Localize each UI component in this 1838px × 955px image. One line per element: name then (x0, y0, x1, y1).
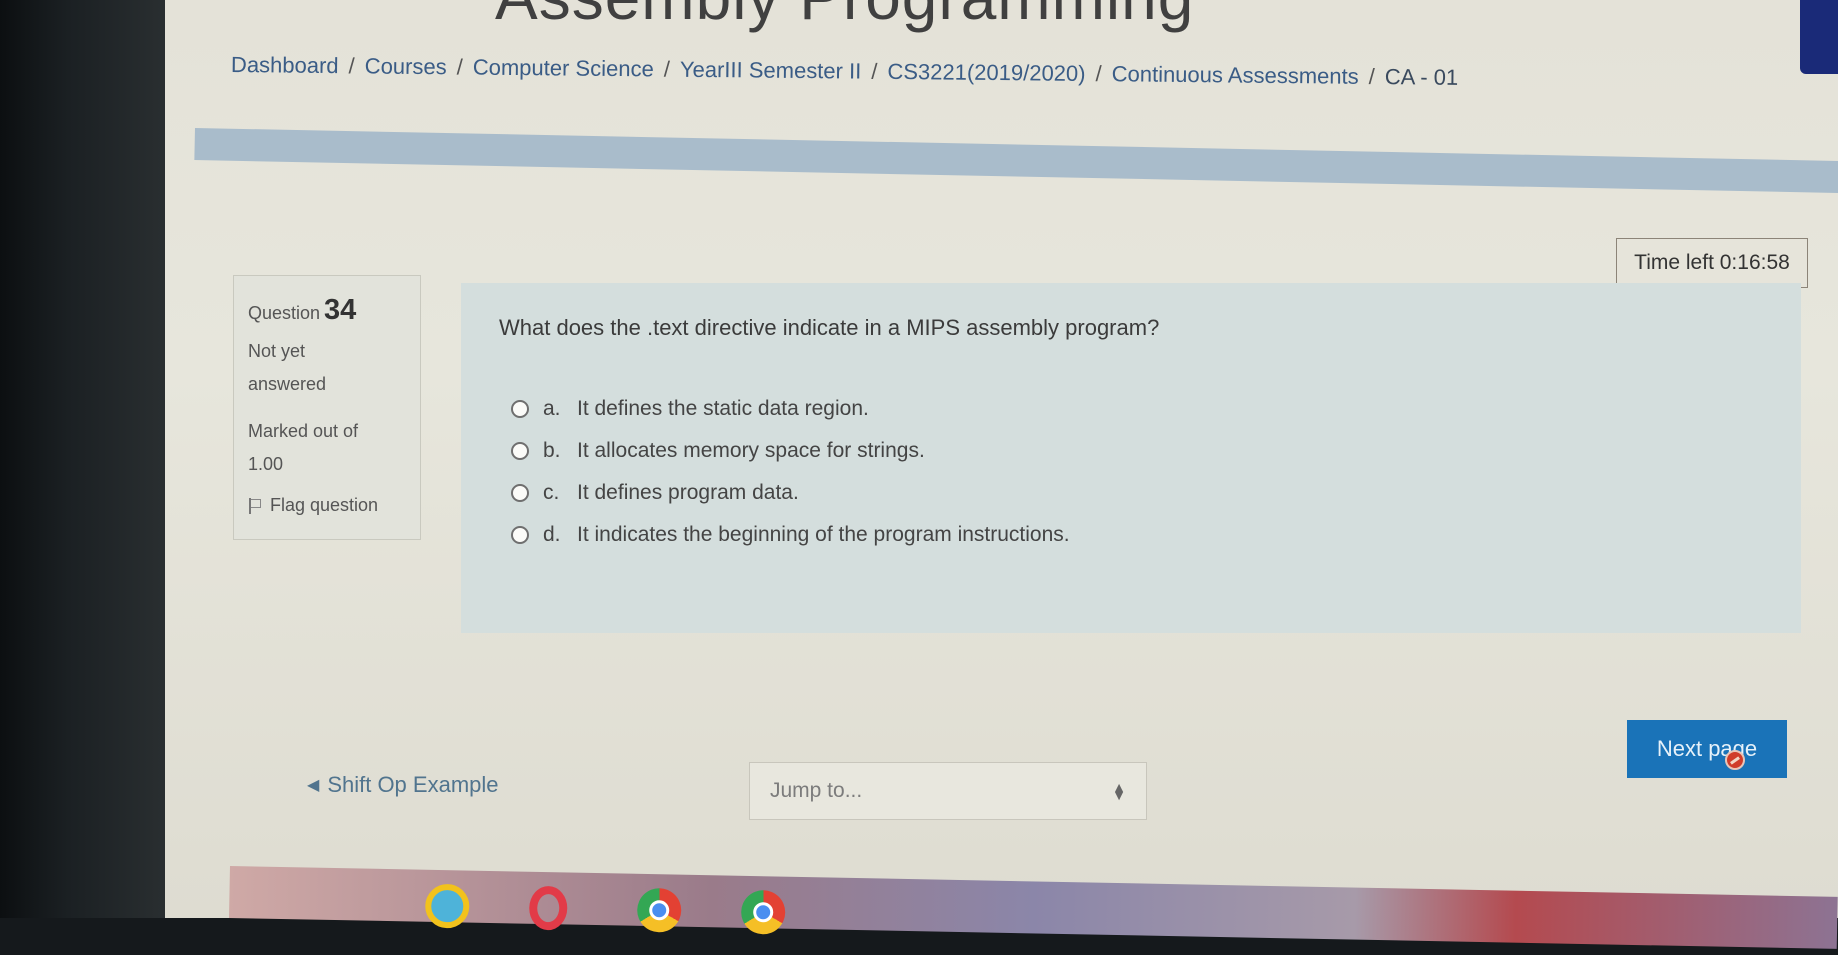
question-label: Question (248, 303, 321, 323)
corner-button[interactable] (1800, 0, 1838, 74)
flag-question-button[interactable]: Flag question (248, 495, 406, 516)
arrow-left-icon: ◀ (307, 777, 320, 794)
time-left-timer: Time left 0:16:58 (1616, 238, 1808, 288)
radio-button[interactable] (511, 484, 529, 502)
question-number-line: Question 34 (248, 294, 406, 327)
answer-option-c[interactable]: c. It defines program data. (511, 472, 1070, 514)
timer-label: Time left (1634, 251, 1714, 274)
answer-option-d[interactable]: d. It indicates the beginning of the pro… (511, 514, 1070, 556)
chrome-canary-icon[interactable] (740, 889, 786, 935)
browser-screen: Assembly Programming Dashboard / Courses / C… (165, 0, 1838, 918)
select-arrows-icon: ▲ ▼ (1112, 779, 1126, 803)
marked-label: Marked out of (248, 421, 359, 441)
answer-text: It allocates memory space for strings. (577, 439, 925, 462)
timer-value: 0:16:58 (1719, 251, 1790, 274)
breadcrumb: Dashboard / Courses / Computer Science / YearI… (231, 52, 1458, 91)
breadcrumb-courses[interactable]: Courses (365, 53, 447, 79)
chrome-icon[interactable] (636, 887, 682, 933)
breadcrumb-dashboard[interactable]: Dashboard (231, 52, 339, 78)
answer-text: It defines the static data region. (577, 397, 869, 420)
answer-option-a[interactable]: a. It defines the static data region. (511, 388, 1070, 430)
breadcrumb-separator: / (1368, 63, 1375, 89)
breadcrumb-year-semester[interactable]: YearIII Semester II (680, 57, 862, 84)
previous-activity-label: Shift Op Example (327, 772, 499, 797)
radio-button[interactable] (511, 526, 529, 544)
answer-text: It defines program data. (577, 481, 799, 504)
breadcrumb-separator: / (456, 54, 463, 80)
flag-icon (248, 497, 262, 514)
state-line-1: Not yet (248, 341, 306, 361)
breadcrumb-separator: / (348, 53, 355, 79)
question-text: What does the .text directive indicate i… (499, 315, 1160, 340)
answer-option-b[interactable]: b. It allocates memory space for strings… (511, 430, 1070, 472)
course-title: Assembly Programming (495, 0, 1194, 34)
breadcrumb-separator: / (663, 56, 671, 82)
radio-button[interactable] (511, 442, 529, 460)
state-line-2: answered (248, 374, 327, 394)
answer-list: a. It defines the static data region. b.… (511, 388, 1070, 556)
breadcrumb-separator: / (1095, 61, 1102, 87)
answer-letter: d. (543, 523, 561, 546)
breadcrumb-continuous-assessments[interactable]: Continuous Assessments (1112, 61, 1359, 89)
question-info-box: Question 34 Not yet answered Marked out o… (233, 275, 421, 540)
navigation-band (194, 128, 1838, 195)
not-allowed-cursor-icon (1725, 750, 1745, 770)
question-number: 34 (324, 294, 357, 326)
monitor-bezel (0, 0, 170, 918)
answer-letter: a. (543, 397, 561, 420)
flag-question-label: Flag question (270, 495, 379, 515)
radio-button[interactable] (511, 400, 529, 418)
answer-letter: c. (543, 481, 560, 504)
jump-to-select[interactable]: Jump to... ▲ ▼ (749, 762, 1147, 820)
opera-icon[interactable] (528, 885, 568, 931)
answer-text: It indicates the beginning of the progra… (577, 523, 1070, 546)
internet-explorer-icon[interactable] (424, 883, 470, 929)
marked-value: 1.00 (248, 454, 284, 474)
breadcrumb-computer-science[interactable]: Computer Science (473, 55, 654, 82)
breadcrumb-ca-01[interactable]: CA - 01 (1385, 64, 1459, 90)
question-panel: What does the .text directive indicate i… (461, 283, 1801, 633)
previous-activity-link[interactable]: ◀ Shift Op Example (307, 772, 499, 798)
answer-letter: b. (543, 439, 561, 462)
breadcrumb-separator: / (871, 58, 878, 84)
next-page-button[interactable]: Next page (1627, 720, 1787, 778)
jump-to-placeholder: Jump to... (770, 779, 863, 802)
question-state: Not yet answered (248, 335, 406, 401)
question-grade: Marked out of 1.00 (248, 415, 406, 481)
breadcrumb-course[interactable]: CS3221(2019/2020) (887, 59, 1085, 86)
